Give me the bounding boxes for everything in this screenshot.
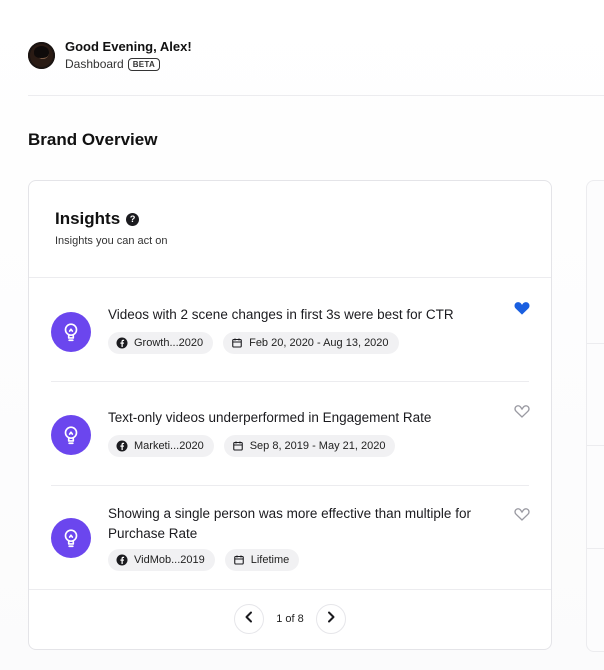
card-header-divider (29, 277, 551, 278)
insight-text: Showing a single person was more effecti… (108, 506, 471, 541)
user-header: Good Evening, Alex! Dashboard BETA (28, 39, 192, 71)
insight-text: Videos with 2 scene changes in first 3s … (108, 307, 454, 322)
card-title: Insights (55, 209, 121, 228)
facebook-icon (116, 337, 128, 349)
help-icon[interactable]: ? (126, 212, 140, 226)
dashboard-label-row: Dashboard BETA (65, 57, 192, 71)
heart-icon[interactable] (513, 300, 531, 316)
source-label: Growth...2020 (134, 337, 204, 349)
source-chip[interactable]: Marketi...2020 (108, 435, 214, 457)
greeting-block: Good Evening, Alex! Dashboard BETA (65, 39, 192, 71)
pager-divider (29, 589, 551, 590)
insight-item[interactable]: Videos with 2 scene changes in first 3s … (51, 293, 531, 383)
date-range-label: Lifetime (250, 554, 290, 566)
date-chip[interactable]: Feb 20, 2020 - Aug 13, 2020 (223, 332, 399, 354)
facebook-icon (116, 440, 128, 452)
page-indicator: 1 of 8 (276, 613, 304, 625)
heart-icon[interactable] (513, 506, 531, 522)
insight-meta: Growth...2020 Feb 20, 2020 - Aug 13, 202… (108, 332, 399, 354)
beta-badge: BETA (127, 57, 161, 71)
facebook-icon (116, 554, 128, 566)
source-chip[interactable]: VidMob...2019 (108, 549, 215, 571)
lightbulb-icon (51, 312, 91, 352)
section-title: Brand Overview (28, 130, 158, 149)
insights-card-header: Insights ? Insights you can act on (55, 209, 168, 247)
date-range-label: Feb 20, 2020 - Aug 13, 2020 (249, 337, 389, 349)
insight-item[interactable]: Showing a single person was more effecti… (51, 499, 531, 589)
lightbulb-icon (51, 518, 91, 558)
calendar-icon (233, 554, 245, 566)
card-title-row: Insights ? (55, 209, 168, 229)
date-range-label: Sep 8, 2019 - May 21, 2020 (249, 440, 386, 452)
avatar[interactable] (28, 41, 55, 69)
adjacent-card-divider (586, 548, 604, 549)
header-divider (28, 95, 604, 96)
adjacent-card-divider (586, 343, 604, 344)
chevron-left-icon (244, 610, 254, 628)
source-label: Marketi...2020 (134, 440, 204, 452)
insight-meta: VidMob...2019 Lifetime (108, 549, 300, 571)
lightbulb-icon (51, 415, 91, 455)
adjacent-card-divider (586, 445, 604, 446)
calendar-icon (231, 337, 243, 349)
dashboard-page: Good Evening, Alex! Dashboard BETA Brand… (0, 0, 604, 670)
pagination: 1 of 8 (29, 604, 551, 634)
next-page-button[interactable] (316, 604, 346, 634)
prev-page-button[interactable] (234, 604, 264, 634)
card-subtitle: Insights you can act on (55, 235, 168, 247)
date-chip[interactable]: Lifetime (224, 549, 300, 571)
insight-text: Text-only videos underperformed in Engag… (108, 410, 432, 425)
dashboard-label: Dashboard (65, 57, 124, 71)
date-chip[interactable]: Sep 8, 2019 - May 21, 2020 (223, 435, 396, 457)
calendar-icon (232, 440, 244, 452)
heart-icon[interactable] (513, 403, 531, 419)
source-label: VidMob...2019 (134, 554, 205, 566)
greeting-title: Good Evening, Alex! (65, 39, 192, 54)
chevron-right-icon (326, 610, 336, 628)
insights-card: Insights ? Insights you can act on Video… (28, 180, 552, 650)
insight-meta: Marketi...2020 Sep 8, 2019 - May 21, 202… (108, 435, 396, 457)
row-divider (51, 381, 529, 382)
insight-item[interactable]: Text-only videos underperformed in Engag… (51, 396, 531, 486)
row-divider (51, 485, 529, 486)
source-chip[interactable]: Growth...2020 (108, 332, 214, 354)
adjacent-card (586, 180, 604, 652)
